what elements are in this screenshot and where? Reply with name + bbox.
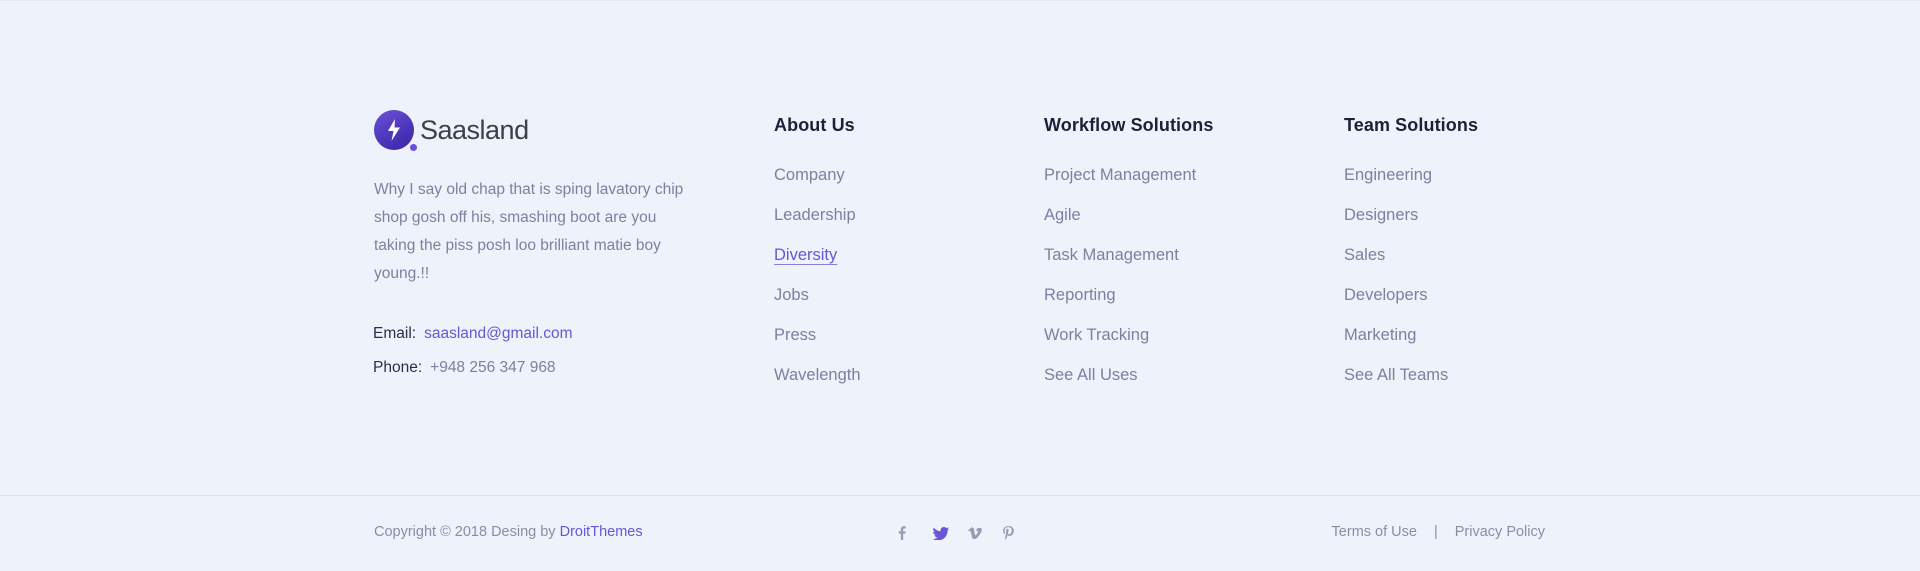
footer-link-company[interactable]: Company	[774, 166, 861, 206]
footer-main: Saasland Why I say old chap that is spin…	[0, 0, 1920, 495]
column-title: Workflow Solutions	[1044, 115, 1214, 135]
copyright: Copyright © 2018 Desing by DroitThemes	[374, 524, 643, 540]
email-link[interactable]: saasland@gmail.com	[424, 325, 572, 342]
about-text: Why I say old chap that is sping lavator…	[374, 181, 684, 282]
logo-dot	[410, 144, 417, 151]
footer-link-diversity[interactable]: Diversity	[774, 246, 861, 286]
footer-link-agile[interactable]: Agile	[1044, 206, 1213, 246]
footer-link-designers[interactable]: Designers	[1344, 206, 1478, 246]
about-us-column: About Us Company Leadership Diversity Jo…	[774, 115, 861, 406]
brand-logo[interactable]: Saasland	[374, 110, 529, 151]
footer-link-engineering[interactable]: Engineering	[1344, 166, 1478, 206]
footer-link-leadership[interactable]: Leadership	[774, 206, 861, 246]
phone-label: Phone:	[373, 359, 423, 376]
footer-link-press[interactable]: Press	[774, 326, 861, 366]
privacy-link[interactable]: Privacy Policy	[1455, 524, 1545, 540]
phone-value: +948 256 347 968	[430, 359, 556, 376]
copyright-text: Copyright © 2018 Desing by	[374, 524, 560, 540]
footer-link-developers[interactable]: Developers	[1344, 286, 1478, 326]
bolt-icon	[374, 110, 417, 151]
legal-links: Terms of Use | Privacy Policy	[1332, 524, 1545, 540]
footer-link-jobs[interactable]: Jobs	[774, 286, 861, 326]
twitter-icon[interactable]	[933, 524, 968, 542]
footer-link-work-tracking[interactable]: Work Tracking	[1044, 326, 1213, 366]
footer-link-see-all-uses[interactable]: See All Uses	[1044, 366, 1213, 406]
footer-link-project-management[interactable]: Project Management	[1044, 166, 1213, 206]
bottom-divider	[0, 495, 1920, 496]
contact-email: Email: saasland@gmail.com	[373, 325, 573, 343]
legal-separator: |	[1433, 524, 1438, 540]
team-solutions-column: Team Solutions Engineering Designers Sal…	[1344, 115, 1478, 406]
social-links	[898, 524, 1038, 542]
workflow-solutions-column: Workflow Solutions Project Management Ag…	[1044, 115, 1213, 406]
pinterest-icon[interactable]	[1003, 524, 1038, 542]
footer-link-marketing[interactable]: Marketing	[1344, 326, 1478, 366]
footer-link-wavelength[interactable]: Wavelength	[774, 366, 861, 406]
contact-phone: Phone: +948 256 347 968	[373, 359, 556, 377]
footer-link-see-all-teams[interactable]: See All Teams	[1344, 366, 1478, 406]
droitthemes-link[interactable]: DroitThemes	[560, 524, 643, 540]
footer-link-task-management[interactable]: Task Management	[1044, 246, 1213, 286]
brand-name: Saasland	[420, 114, 529, 145]
email-label: Email:	[373, 325, 417, 342]
footer-link-sales[interactable]: Sales	[1344, 246, 1478, 286]
column-title: About Us	[774, 115, 855, 135]
column-title: Team Solutions	[1344, 115, 1479, 135]
vimeo-icon[interactable]	[968, 524, 1003, 542]
terms-link[interactable]: Terms of Use	[1332, 524, 1417, 540]
footer-link-reporting[interactable]: Reporting	[1044, 286, 1213, 326]
facebook-icon[interactable]	[898, 524, 933, 542]
